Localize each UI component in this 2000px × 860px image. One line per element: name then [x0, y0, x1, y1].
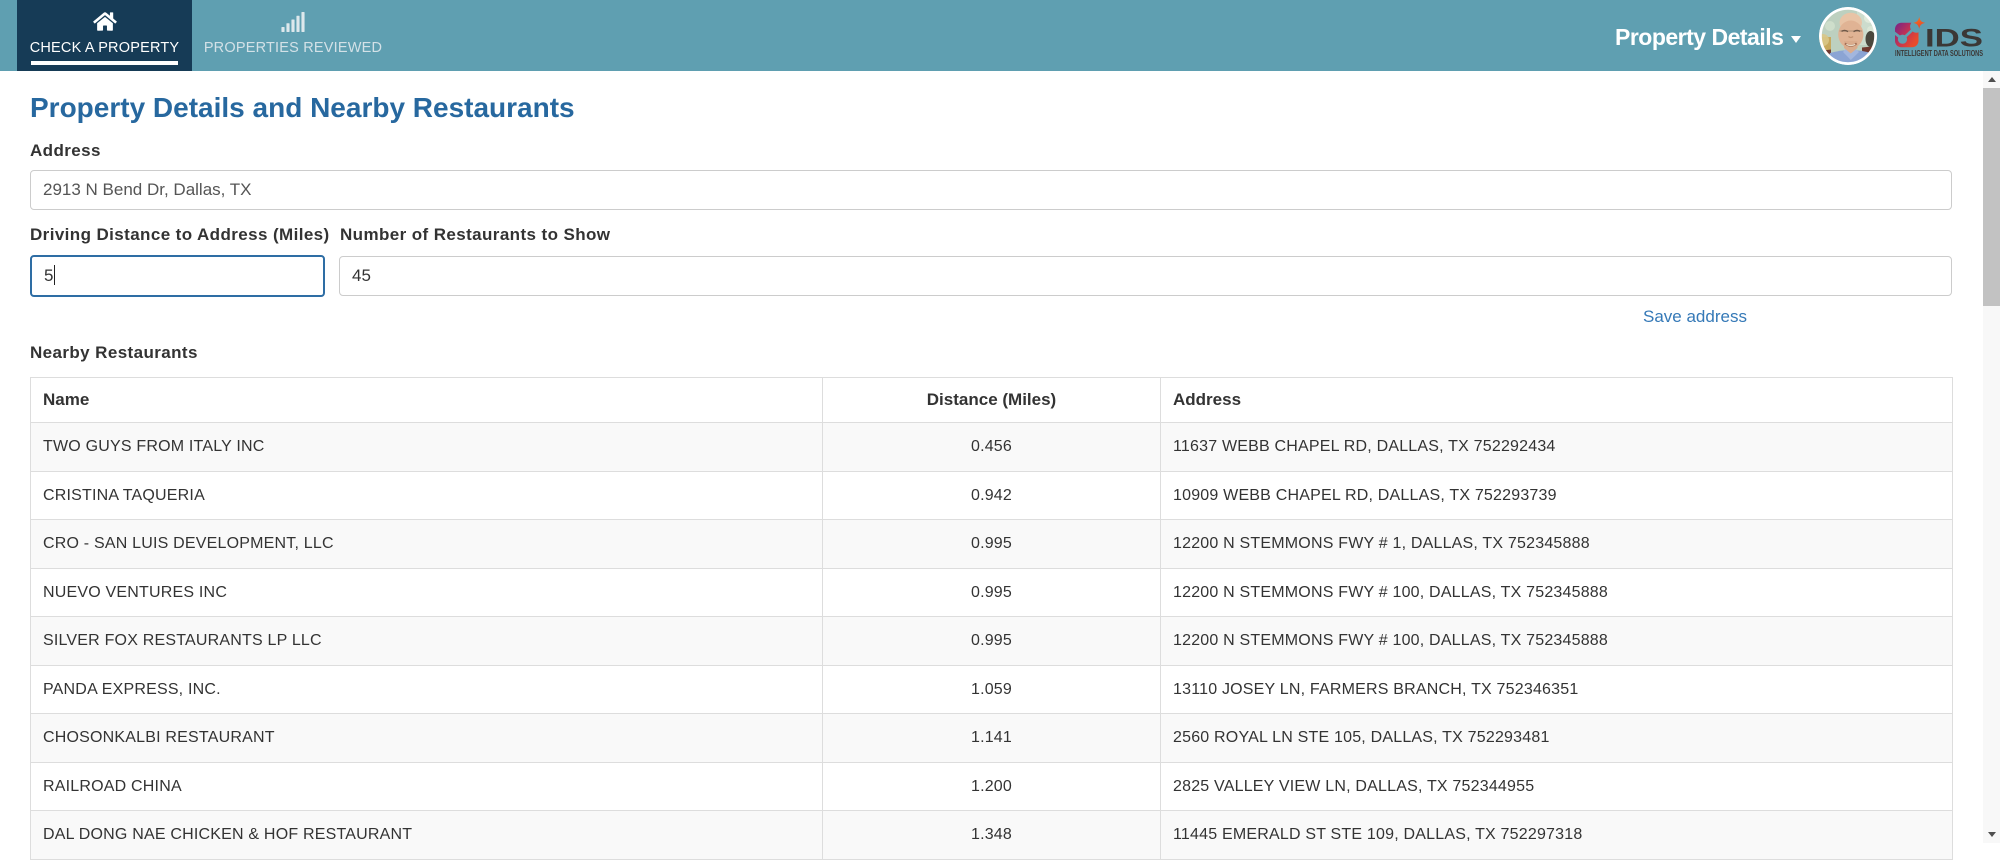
- svg-text:INTELLIGENT DATA SOLUTIONS: INTELLIGENT DATA SOLUTIONS: [1895, 49, 1983, 58]
